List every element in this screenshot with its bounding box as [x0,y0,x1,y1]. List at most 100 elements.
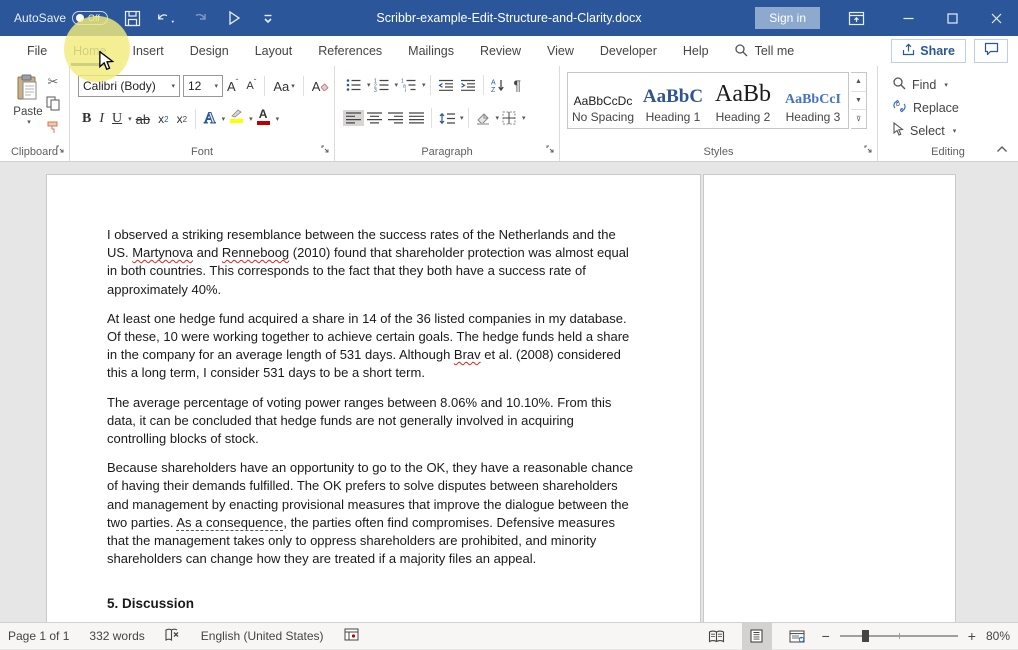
tab-file[interactable]: File [14,36,60,66]
replace-label: Replace [913,101,959,115]
line-spacing-caret[interactable]: ▾ [460,114,464,122]
text-effects-button[interactable]: A [200,108,220,130]
minimize-button[interactable] [886,0,930,36]
font-dialog-launcher-icon[interactable] [321,143,330,157]
paste-dropdown-caret[interactable]: ▾ [10,118,48,126]
tab-layout[interactable]: Layout [242,36,306,66]
numbering-button[interactable]: 123 [371,76,393,94]
tab-developer[interactable]: Developer [587,36,670,66]
zoom-slider-handle[interactable] [862,630,869,642]
borders-button[interactable] [499,109,520,127]
zoom-slider[interactable] [840,635,958,637]
svg-text:A: A [491,79,496,86]
repeat-icon[interactable] [224,8,244,28]
style-heading-2[interactable]: AaBbHeading 2 [708,73,778,128]
shading-button[interactable] [473,110,494,127]
decrease-indent-button[interactable] [435,77,457,94]
italic-button[interactable]: I [95,108,108,130]
tab-help[interactable]: Help [670,36,722,66]
tab-review[interactable]: Review [467,36,534,66]
style-heading-1[interactable]: AaBbCHeading 1 [638,73,708,128]
close-button[interactable] [974,0,1018,36]
styles-dialog-launcher-icon[interactable] [864,143,873,157]
increase-indent-button[interactable] [457,77,479,94]
shrink-font-button[interactable]: Aˇ [242,75,260,97]
comments-button[interactable] [974,39,1008,63]
page-indicator[interactable]: Page 1 of 1 [8,629,69,643]
bold-button[interactable]: B [78,108,95,130]
ribbon-display-options-icon[interactable] [846,8,866,28]
find-button[interactable]: Find ▾ [892,76,948,93]
styles-more-icon[interactable]: ⊽ [851,110,866,128]
replace-button[interactable]: bc Replace [892,99,959,116]
justify-button[interactable] [406,110,427,126]
copy-icon[interactable] [46,96,60,114]
zoom-out-button[interactable]: − [822,628,830,644]
collapse-ribbon-icon[interactable] [996,142,1008,156]
zoom-in-button[interactable]: + [968,628,976,644]
ribbon: Paste ▾ ✂ Clipboard Calib [0,66,1018,162]
zoom-level[interactable]: 80% [986,629,1010,643]
web-layout-icon[interactable] [782,623,812,650]
tab-home[interactable]: Home [60,36,119,66]
document-page-2[interactable] [703,174,956,622]
show-hide-marks-button[interactable]: ¶ [510,77,526,93]
align-left-button[interactable] [343,110,364,126]
sort-button[interactable]: AZ [488,76,510,95]
tell-me-button[interactable]: Tell me [722,43,807,60]
word-count[interactable]: 332 words [89,629,144,643]
align-center-button[interactable] [364,110,385,126]
read-mode-icon[interactable] [702,623,732,650]
customize-quick-access-icon[interactable] [258,8,278,28]
styles-scroll-down-icon[interactable]: ▼ [851,92,866,111]
paste-button[interactable]: Paste ▾ [8,74,48,126]
paragraph-dialog-launcher-icon[interactable] [546,143,555,157]
undo-icon[interactable] [156,8,176,28]
font-color-button[interactable]: A [253,108,274,130]
document-text[interactable]: I observed a striking resemblance betwee… [47,175,700,622]
clipboard-dialog-launcher-icon[interactable] [56,143,65,157]
text-highlight-button[interactable] [225,108,247,130]
style-heading-3[interactable]: AaBbCcIHeading 3 [778,73,848,128]
font-size-select[interactable]: 12 ▾ [183,75,223,97]
print-layout-icon[interactable] [742,623,772,650]
borders-caret[interactable]: ▾ [522,114,526,122]
grow-font-button[interactable]: Aˆ [223,75,242,97]
strikethrough-button[interactable]: ab [132,108,154,130]
align-right-button[interactable] [385,110,406,126]
tab-view[interactable]: View [534,36,587,66]
format-painter-icon[interactable] [46,120,60,138]
maximize-button[interactable] [930,0,974,36]
font-color-caret[interactable]: ▾ [276,115,280,123]
grammar-flagged-text: As a consequence [176,515,283,530]
multilevel-list-caret[interactable]: ▾ [422,81,426,89]
share-button[interactable]: Share [891,39,966,63]
style-no-spacing[interactable]: AaBbCcDcNo Spacing [568,73,638,128]
autosave-control[interactable]: AutoSave Off [14,11,108,25]
document-paragraph: Because shareholders have an opportunity… [107,459,634,568]
change-case-button[interactable]: Aa▾ [269,75,298,97]
tab-insert[interactable]: Insert [120,36,177,66]
multilevel-list-button[interactable]: 1ai [398,76,420,94]
cut-icon[interactable]: ✂ [48,74,59,90]
save-icon[interactable] [122,8,142,28]
subscript-button[interactable]: x2 [154,108,172,130]
styles-scroll-up-icon[interactable]: ▲ [851,73,866,92]
select-button[interactable]: Select ▾ [892,122,956,139]
bullets-button[interactable] [343,76,365,94]
font-name-select[interactable]: Calibri (Body) ▾ [78,75,180,97]
language-indicator[interactable]: English (United States) [201,629,324,643]
underline-button[interactable]: U [108,108,126,130]
title-bar: AutoSave Off [0,0,1018,36]
document-page-1[interactable]: I observed a striking resemblance betwee… [46,174,701,622]
tab-mailings[interactable]: Mailings [395,36,467,66]
sign-in-button[interactable]: Sign in [755,7,820,29]
autosave-toggle[interactable]: Off [72,11,108,25]
superscript-button[interactable]: x2 [173,108,191,130]
proofing-errors-icon[interactable] [165,628,181,645]
macro-recording-icon[interactable] [344,628,359,644]
line-spacing-button[interactable] [436,110,458,127]
tab-design[interactable]: Design [177,36,242,66]
tab-references[interactable]: References [305,36,395,66]
clear-formatting-button[interactable]: A [308,75,334,97]
